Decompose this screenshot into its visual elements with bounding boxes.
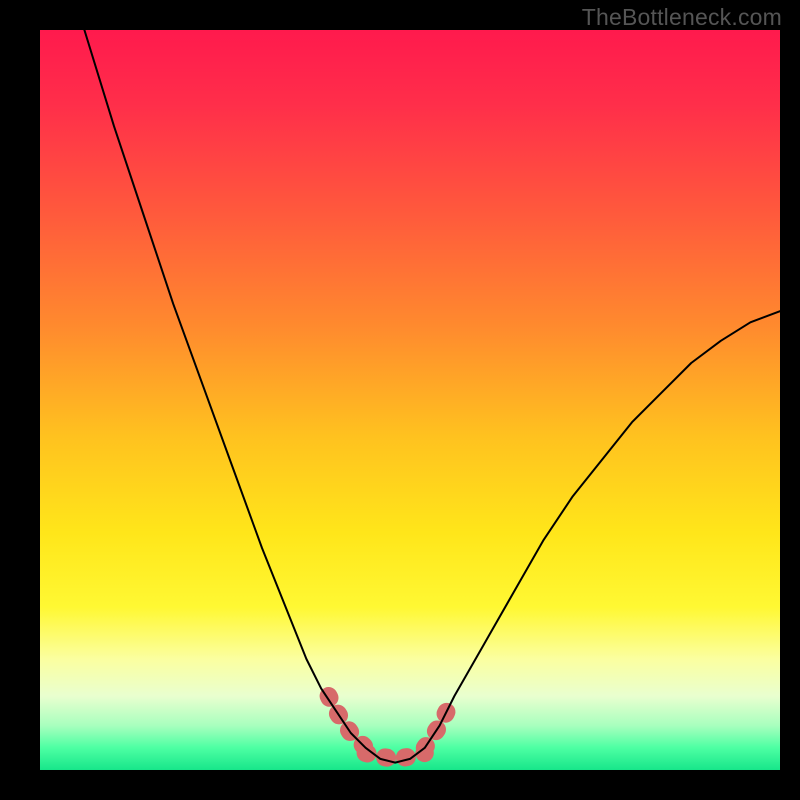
- curve-group: [84, 30, 780, 763]
- bottleneck-curve: [84, 30, 780, 763]
- plot-area: [40, 30, 780, 770]
- curve-layer: [40, 30, 780, 770]
- chart-frame: TheBottleneck.com: [0, 0, 800, 800]
- watermark-text: TheBottleneck.com: [582, 4, 782, 31]
